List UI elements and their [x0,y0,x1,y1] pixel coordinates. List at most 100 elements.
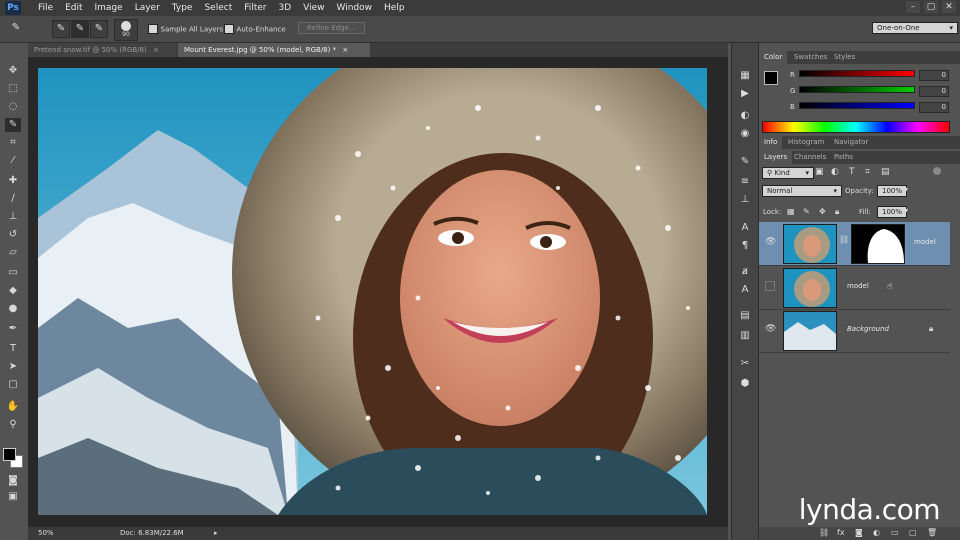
history-panel-icon[interactable]: ▦ [738,69,752,83]
tab-color[interactable]: Color [759,51,788,64]
lock-all-icon[interactable]: 🔒︎ [835,207,839,217]
layer-row-model[interactable]: model ☝︎ [759,266,950,310]
minimize-button[interactable]: – [906,1,920,13]
paragraph-panel-icon[interactable]: ¶ [738,239,752,253]
visibility-toggle[interactable] [765,281,775,291]
eyedropper-tool-icon[interactable]: ⁄ [5,154,21,168]
menu-window[interactable]: Window [331,0,379,16]
eraser-tool-icon[interactable]: ▱ [5,246,21,260]
character-panel-icon[interactable]: A [738,221,752,235]
adjustments-panel-icon[interactable]: ◐ [738,109,752,123]
eye-icon[interactable]: 👁︎ [765,237,776,247]
blue-value[interactable]: 0 [919,102,949,113]
eye-icon[interactable]: 👁︎ [765,324,776,334]
type-tool-icon[interactable]: T [5,342,21,356]
zoom-tool-icon[interactable]: ⚲ [5,418,21,432]
tab-pretend-snow[interactable]: Pretend snow.tif @ 50% (RGB/8) × [28,43,176,57]
tab-mount-everest[interactable]: Mount Everest.jpg @ 50% (model, RGB/8) *… [178,43,370,57]
fill-field[interactable]: 100% [877,206,907,218]
layer-row-model-masked[interactable]: 👁︎ ⛓︎ model [759,222,950,266]
layer-style-icon[interactable]: fx [837,528,845,537]
filter-adjustment-icon[interactable]: ◐ [831,167,839,177]
menu-edit[interactable]: Edit [59,0,88,16]
rectangle-tool-icon[interactable]: ▢ [5,378,21,392]
marquee-tool-icon[interactable]: ⬚ [5,82,21,96]
foreground-color-swatch[interactable] [764,71,778,85]
red-slider[interactable] [799,70,915,77]
trash-icon[interactable]: 🗑︎ [927,528,937,537]
tab-paths[interactable]: Paths [829,151,858,164]
crop-tool-icon[interactable]: ⌗ [5,136,21,150]
blue-slider[interactable] [799,102,915,109]
quick-selection-tool-icon[interactable]: ✎ [5,118,21,132]
properties-panel-icon[interactable]: ◉ [738,127,752,141]
menu-select[interactable]: Select [198,0,238,16]
link-layers-icon[interactable]: ⛓︎ [819,528,829,537]
tab-navigator[interactable]: Navigator [829,136,873,149]
brush-picker[interactable]: 90 [114,19,138,41]
menu-file[interactable]: File [32,0,59,16]
layer-name[interactable]: model [914,238,936,246]
filter-shape-icon[interactable]: ⌗ [865,167,870,177]
menu-type[interactable]: Type [166,0,199,16]
blur-tool-icon[interactable]: ◆ [5,284,21,298]
refine-edge-button[interactable]: Refine Edge... [298,22,365,34]
subtract-from-selection-icon[interactable]: ✎ [90,20,108,38]
spot-healing-tool-icon[interactable]: ✚ [5,174,21,188]
tab-swatches[interactable]: Swatches [789,51,832,64]
close-icon[interactable]: × [153,46,159,54]
status-arrow-icon[interactable]: ▸ [214,527,218,540]
lasso-tool-icon[interactable]: ◌ [5,100,21,114]
tab-histogram[interactable]: Histogram [783,136,829,149]
adjustment-layer-icon[interactable]: ◐ [873,528,880,537]
screen-mode-icon[interactable]: ▣ [5,490,21,504]
maximize-button[interactable]: ▢ [924,1,938,13]
opacity-field[interactable]: 100% [877,185,907,197]
menu-view[interactable]: View [297,0,330,16]
dodge-tool-icon[interactable]: ● [5,302,21,316]
layer-name[interactable]: model [847,282,869,290]
hand-tool-icon[interactable]: ✋ [5,400,21,414]
path-selection-tool-icon[interactable]: ➤ [5,360,21,374]
brush-panel-icon[interactable]: ✎ [738,155,752,169]
opacity-chevron-icon[interactable]: ▾ [904,185,908,194]
auto-enhance-checkbox[interactable]: Auto-Enhance [224,24,286,34]
foreground-color-swatch[interactable] [3,448,16,461]
green-slider[interactable] [799,86,915,93]
menu-help[interactable]: Help [378,0,411,16]
zoom-level[interactable]: 50% [38,527,54,540]
add-to-selection-icon[interactable]: ✎ [71,20,89,38]
lock-image-icon[interactable]: ✎ [803,207,810,216]
add-mask-icon[interactable]: ◙ [855,528,863,537]
red-value[interactable]: 0 [919,70,949,81]
quick-mask-icon[interactable]: ◙ [5,474,21,488]
menu-3d[interactable]: 3D [273,0,298,16]
3d-panel-icon[interactable]: ⬢ [738,377,752,391]
filter-type-icon[interactable]: T [849,167,855,177]
fill-chevron-icon[interactable]: ▾ [904,206,908,215]
brush-presets-icon[interactable]: ≡ [738,175,752,189]
notes-panel-icon[interactable]: ▤ [738,309,752,323]
workspace-dropdown[interactable]: One-on-One ▾ [872,22,958,34]
tool-presets-icon[interactable]: ✂ [738,357,752,371]
lock-position-icon[interactable]: ✥ [819,207,826,216]
tab-info[interactable]: Info [759,136,783,149]
move-tool-icon[interactable]: ✥ [5,64,21,78]
pen-tool-icon[interactable]: ✒ [5,322,21,336]
tab-styles[interactable]: Styles [829,51,860,64]
new-layer-icon[interactable]: ▢ [909,528,917,537]
blend-mode-dropdown[interactable]: Normal ▾ [762,185,842,197]
document-canvas-image[interactable] [38,68,707,515]
layer-comps-icon[interactable]: ▥ [738,329,752,343]
gradient-tool-icon[interactable]: ▭ [5,266,21,280]
color-spectrum-bar[interactable] [762,121,950,133]
layer-name[interactable]: Background [847,325,889,333]
new-selection-icon[interactable]: ✎ [52,20,70,38]
glyphs-panel-icon[interactable]: ⱥ [738,265,752,279]
tab-layers[interactable]: Layers [759,151,793,164]
tab-channels[interactable]: Channels [789,151,831,164]
filter-toggle-icon[interactable] [933,167,941,175]
green-value[interactable]: 0 [919,86,949,97]
lock-transparent-icon[interactable]: ▦ [787,207,795,216]
actions-panel-icon[interactable]: ▶ [738,87,752,101]
